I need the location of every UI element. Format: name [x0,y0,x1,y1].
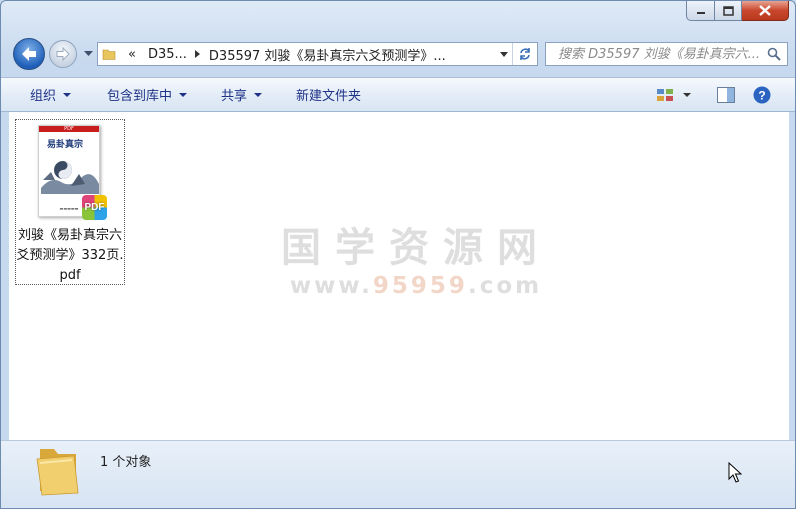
watermark-url-highlight: 95959 [372,273,468,299]
organize-label: 组织 [30,89,57,104]
thumbnail-title: 易卦真宗 [47,140,84,150]
cover-art-illustration [41,161,99,194]
maximize-button[interactable] [715,1,742,21]
maximize-icon [722,5,734,16]
watermark-url-prefix: www. [289,273,373,299]
refresh-icon [520,48,530,60]
search-input[interactable] [556,45,770,63]
watermark-text: 国学资源网 [281,225,551,271]
chevron-down-icon [63,92,72,97]
forward-arrow-icon [56,47,70,61]
minimize-icon [696,11,705,14]
back-arrow-icon [22,47,36,61]
recent-pages-dropdown[interactable] [81,48,95,60]
folder-icon [36,449,79,496]
thumbnail-band: PDF [39,126,99,132]
caption-buttons [686,1,789,21]
help-icon: ? [753,86,771,103]
item-count: 1 个对象 [100,455,152,470]
mouse-cursor-icon [728,462,742,483]
breadcrumb-segment-1[interactable]: D35... [142,47,193,62]
breadcrumb-segment-2[interactable]: D35597 刘骏《易卦真宗六爻预测学》... [203,45,452,64]
watermark-url-suffix: .com [467,273,543,299]
address-history-dropdown[interactable] [497,43,511,65]
explorer-window: « D35... D35597 刘骏《易卦真宗六爻预测学》... 组织 包含到库… [0,0,796,509]
file-item[interactable]: PDF 易卦真宗 ▬▬▬▬▬ PDF 刘骏《易卦真宗六爻预测学》332页.pdf [15,119,125,285]
pdf-badge-icon: PDF [82,195,107,220]
watermark-url: www.95959.com [271,272,561,300]
forward-button[interactable] [49,40,77,68]
back-button[interactable] [13,38,45,70]
refresh-button[interactable] [512,43,537,65]
chevron-down-icon [179,92,188,97]
chevron-down-icon [683,92,691,97]
help-button[interactable]: ? [749,82,795,108]
new-folder-button[interactable]: 新建文件夹 [276,82,375,108]
include-library-label: 包含到库中 [107,89,173,104]
minimize-button[interactable] [686,1,715,21]
new-folder-label: 新建文件夹 [296,89,362,104]
file-list-area[interactable]: 国学资源网 www.95959.com PDF 易卦真宗 ▬▬▬▬▬ PDF 刘… [9,112,789,440]
file-name[interactable]: 刘骏《易卦真宗六爻预测学》332页.pdf [16,226,124,286]
include-in-library-menu[interactable]: 包含到库中 [85,82,201,108]
folder-icon [102,49,116,60]
chevron-down-icon [254,92,263,97]
chevron-down-icon [83,51,93,56]
preview-pane-icon [717,86,735,103]
chevron-down-icon [500,51,508,57]
command-bar: 组织 包含到库中 共享 新建文件夹 ? [1,77,795,112]
search-box[interactable] [545,42,788,66]
breadcrumb-separator[interactable] [193,50,203,58]
address-folder-icon-wrap [98,47,122,61]
view-controls: ? [657,78,795,111]
svg-text:?: ? [758,88,765,102]
organize-menu[interactable]: 组织 [1,82,85,108]
chevron-right-icon [194,50,200,58]
details-pane: 1 个对象 [1,440,795,508]
close-icon [759,5,771,16]
preview-pane-button[interactable] [695,82,749,108]
search-icon[interactable] [767,47,781,61]
share-label: 共享 [221,89,248,104]
close-button[interactable] [742,1,789,21]
change-view-button[interactable] [657,82,695,108]
address-overflow[interactable]: « [122,47,142,62]
address-bar[interactable]: « D35... D35597 刘骏《易卦真宗六爻预测学》... [97,42,538,66]
watermark: 国学资源网 www.95959.com [271,224,561,300]
view-options-icon [657,88,673,101]
share-menu[interactable]: 共享 [201,82,276,108]
